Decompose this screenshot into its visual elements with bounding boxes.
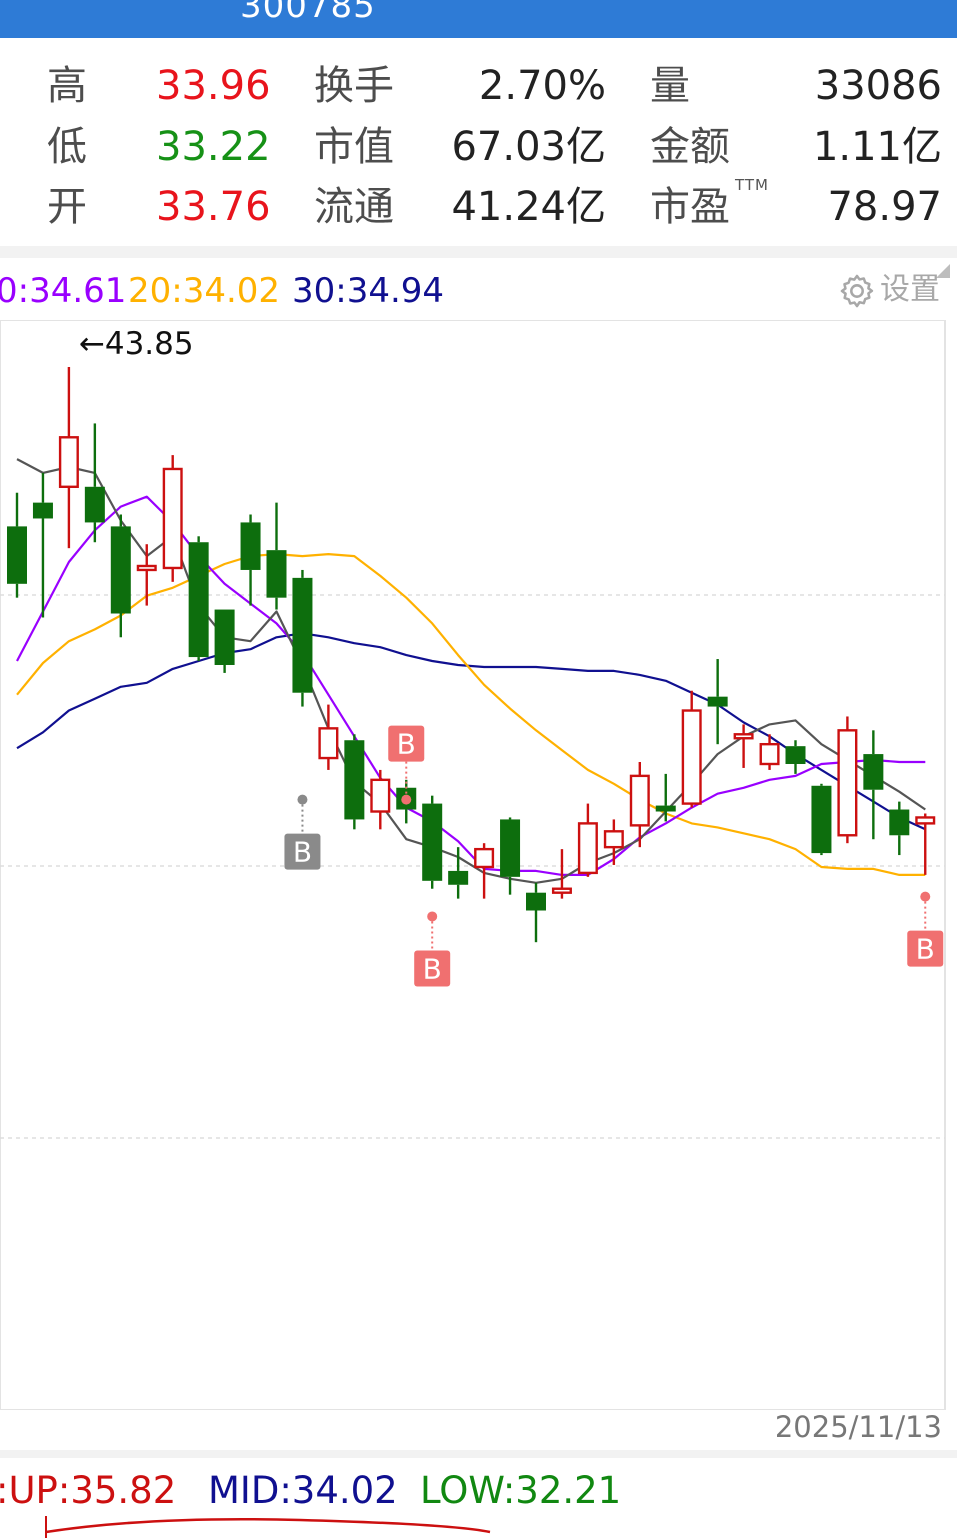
label-high: 高 <box>47 63 87 109</box>
candle <box>785 740 806 774</box>
svg-text:B: B <box>423 952 442 985</box>
candle <box>889 801 910 856</box>
candle <box>603 819 624 865</box>
candle <box>188 536 209 662</box>
candle <box>681 690 702 808</box>
ma30-legend: 30:34.94 <box>292 271 445 311</box>
candle <box>7 492 27 598</box>
kline-chart[interactable]: B B B B ←43.85 <box>0 320 957 1410</box>
candle <box>240 514 261 606</box>
ma10-line <box>16 495 926 877</box>
value-turnover: 2.70% <box>478 63 606 109</box>
label-low: 低 <box>47 124 87 170</box>
candle <box>655 773 676 822</box>
settings-label: 设置 <box>880 272 940 307</box>
top-bar: 300785 <box>0 0 957 38</box>
ma20-legend: 20:34.02 <box>128 271 281 311</box>
label-pe: 市盈 <box>650 184 730 230</box>
ma10-legend: 0:34.61 <box>0 271 127 311</box>
candle <box>214 609 235 673</box>
ma20-line <box>16 553 926 877</box>
candle <box>863 730 884 840</box>
candle <box>474 843 495 899</box>
candle <box>344 734 365 830</box>
section-divider <box>0 1450 957 1458</box>
value-market-cap: 67.03亿 <box>451 124 606 170</box>
buy-signal: B <box>907 891 944 967</box>
candle <box>577 803 598 877</box>
value-pe: 78.97 <box>827 184 942 230</box>
value-low: 33.22 <box>156 124 271 170</box>
stock-code: 300785 <box>240 0 376 26</box>
value-amount: 1.11亿 <box>812 124 942 170</box>
boll-mid-legend: MID:34.02 <box>208 1469 398 1512</box>
candle <box>162 455 183 582</box>
svg-text:B: B <box>916 933 935 966</box>
label-float-cap: 流通 <box>314 184 394 230</box>
gear-icon <box>840 274 874 308</box>
svg-text:B: B <box>293 836 312 869</box>
candle <box>292 569 313 707</box>
buy-signal: B <box>284 794 321 870</box>
boll-chart <box>45 1516 491 1538</box>
candle <box>266 502 287 610</box>
label-amount: 金额 <box>650 124 730 170</box>
candle <box>837 716 858 844</box>
value-open: 33.76 <box>156 184 271 230</box>
boll-legend: :UP:35.82 MID:34.02 LOW:32.21 <box>0 1466 957 1516</box>
value-high: 33.96 <box>156 63 271 109</box>
boll-low-legend: LOW:32.21 <box>420 1469 622 1512</box>
value-volume: 33086 <box>814 63 942 109</box>
svg-text:B: B <box>397 728 416 761</box>
quote-panel: 高 33.96 换手 2.70% 量 33086 低 33.22 市值 67.0… <box>0 38 957 278</box>
candle <box>733 724 754 768</box>
candle <box>58 367 79 549</box>
label-market-cap: 市值 <box>314 124 394 170</box>
ma-legend: 0:34.61 20:34.02 30:34.94 <box>0 268 957 314</box>
max-price-marker: ←43.85 <box>79 326 194 362</box>
ma30-line <box>16 632 926 831</box>
boll-up-legend: :UP:35.82 <box>0 1469 177 1512</box>
candle <box>526 882 546 943</box>
candle <box>32 472 53 618</box>
value-float-cap: 41.24亿 <box>451 184 606 230</box>
candle <box>707 659 728 745</box>
label-turnover: 换手 <box>314 63 394 109</box>
boll-up-line <box>45 1517 491 1534</box>
label-open: 开 <box>47 184 87 230</box>
candle <box>811 783 832 856</box>
candle <box>422 795 443 889</box>
chart-date: 2025/11/13 <box>774 1410 942 1444</box>
buy-signal: B <box>414 911 451 987</box>
section-divider <box>0 246 957 258</box>
candle <box>370 769 391 830</box>
label-volume: 量 <box>650 63 690 109</box>
candle <box>500 817 521 895</box>
candle <box>136 544 157 606</box>
